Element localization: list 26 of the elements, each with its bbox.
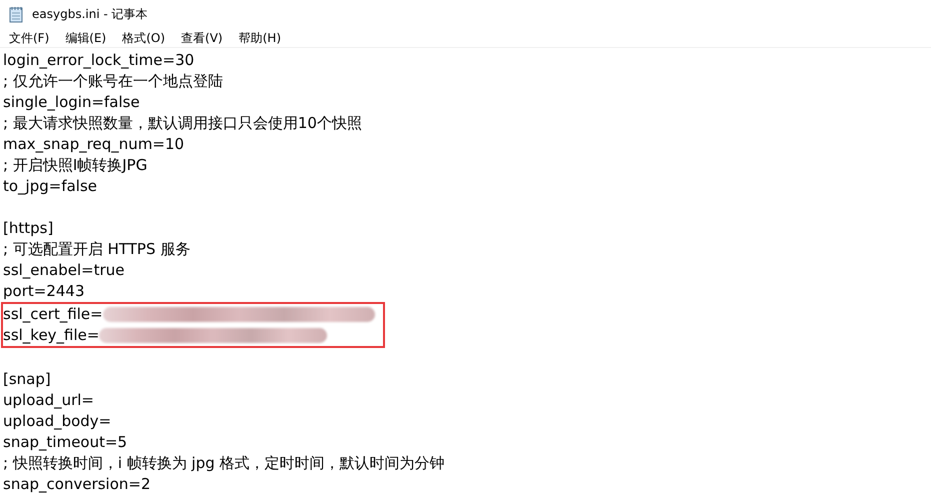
menu-item[interactable]: 文件(F)	[2, 29, 56, 47]
menu-item[interactable]: 编辑(E)	[58, 29, 114, 47]
text-line: [snap]	[3, 369, 51, 390]
text-line: upload_body=	[3, 411, 112, 432]
menu-item[interactable]: 格式(O)	[115, 29, 172, 47]
text-line: snap_conversion=2	[3, 474, 151, 495]
notepad-icon	[8, 6, 24, 23]
text-line: ssl_enabel=true	[3, 260, 124, 281]
text-line: ; 开启快照I帧转换JPG	[3, 155, 148, 176]
text-line: single_login=false	[3, 92, 140, 113]
text-line: ; 可选配置开启 HTTPS 服务	[3, 239, 190, 260]
menu-item[interactable]: 查看(V)	[174, 29, 230, 47]
text-line: to_jpg=false	[3, 176, 98, 197]
text-line: [https]	[3, 218, 54, 239]
text-line: ; 仅允许一个账号在一个地点登陆	[3, 71, 223, 92]
text-line: ssl_key_file=	[3, 325, 100, 346]
text-line: ; 快照转换时间，i 帧转换为 jpg 格式，定时时间，默认时间为分钟	[3, 453, 445, 474]
text-line: upload_url=	[3, 390, 94, 411]
text-line: snap_timeout=5	[3, 432, 128, 453]
text-line: port=2443	[3, 281, 84, 302]
window-title: easygbs.ini - 记事本	[32, 6, 148, 23]
text-line: ssl_cert_file=	[3, 304, 103, 325]
menu-item[interactable]: 帮助(H)	[232, 29, 288, 47]
text-line: max_snap_req_num=10	[3, 134, 184, 155]
text-line: ; 最大请求快照数量，默认调用接口只会使用10个快照	[3, 113, 362, 134]
text-line: login_error_lock_time=30	[3, 50, 194, 71]
